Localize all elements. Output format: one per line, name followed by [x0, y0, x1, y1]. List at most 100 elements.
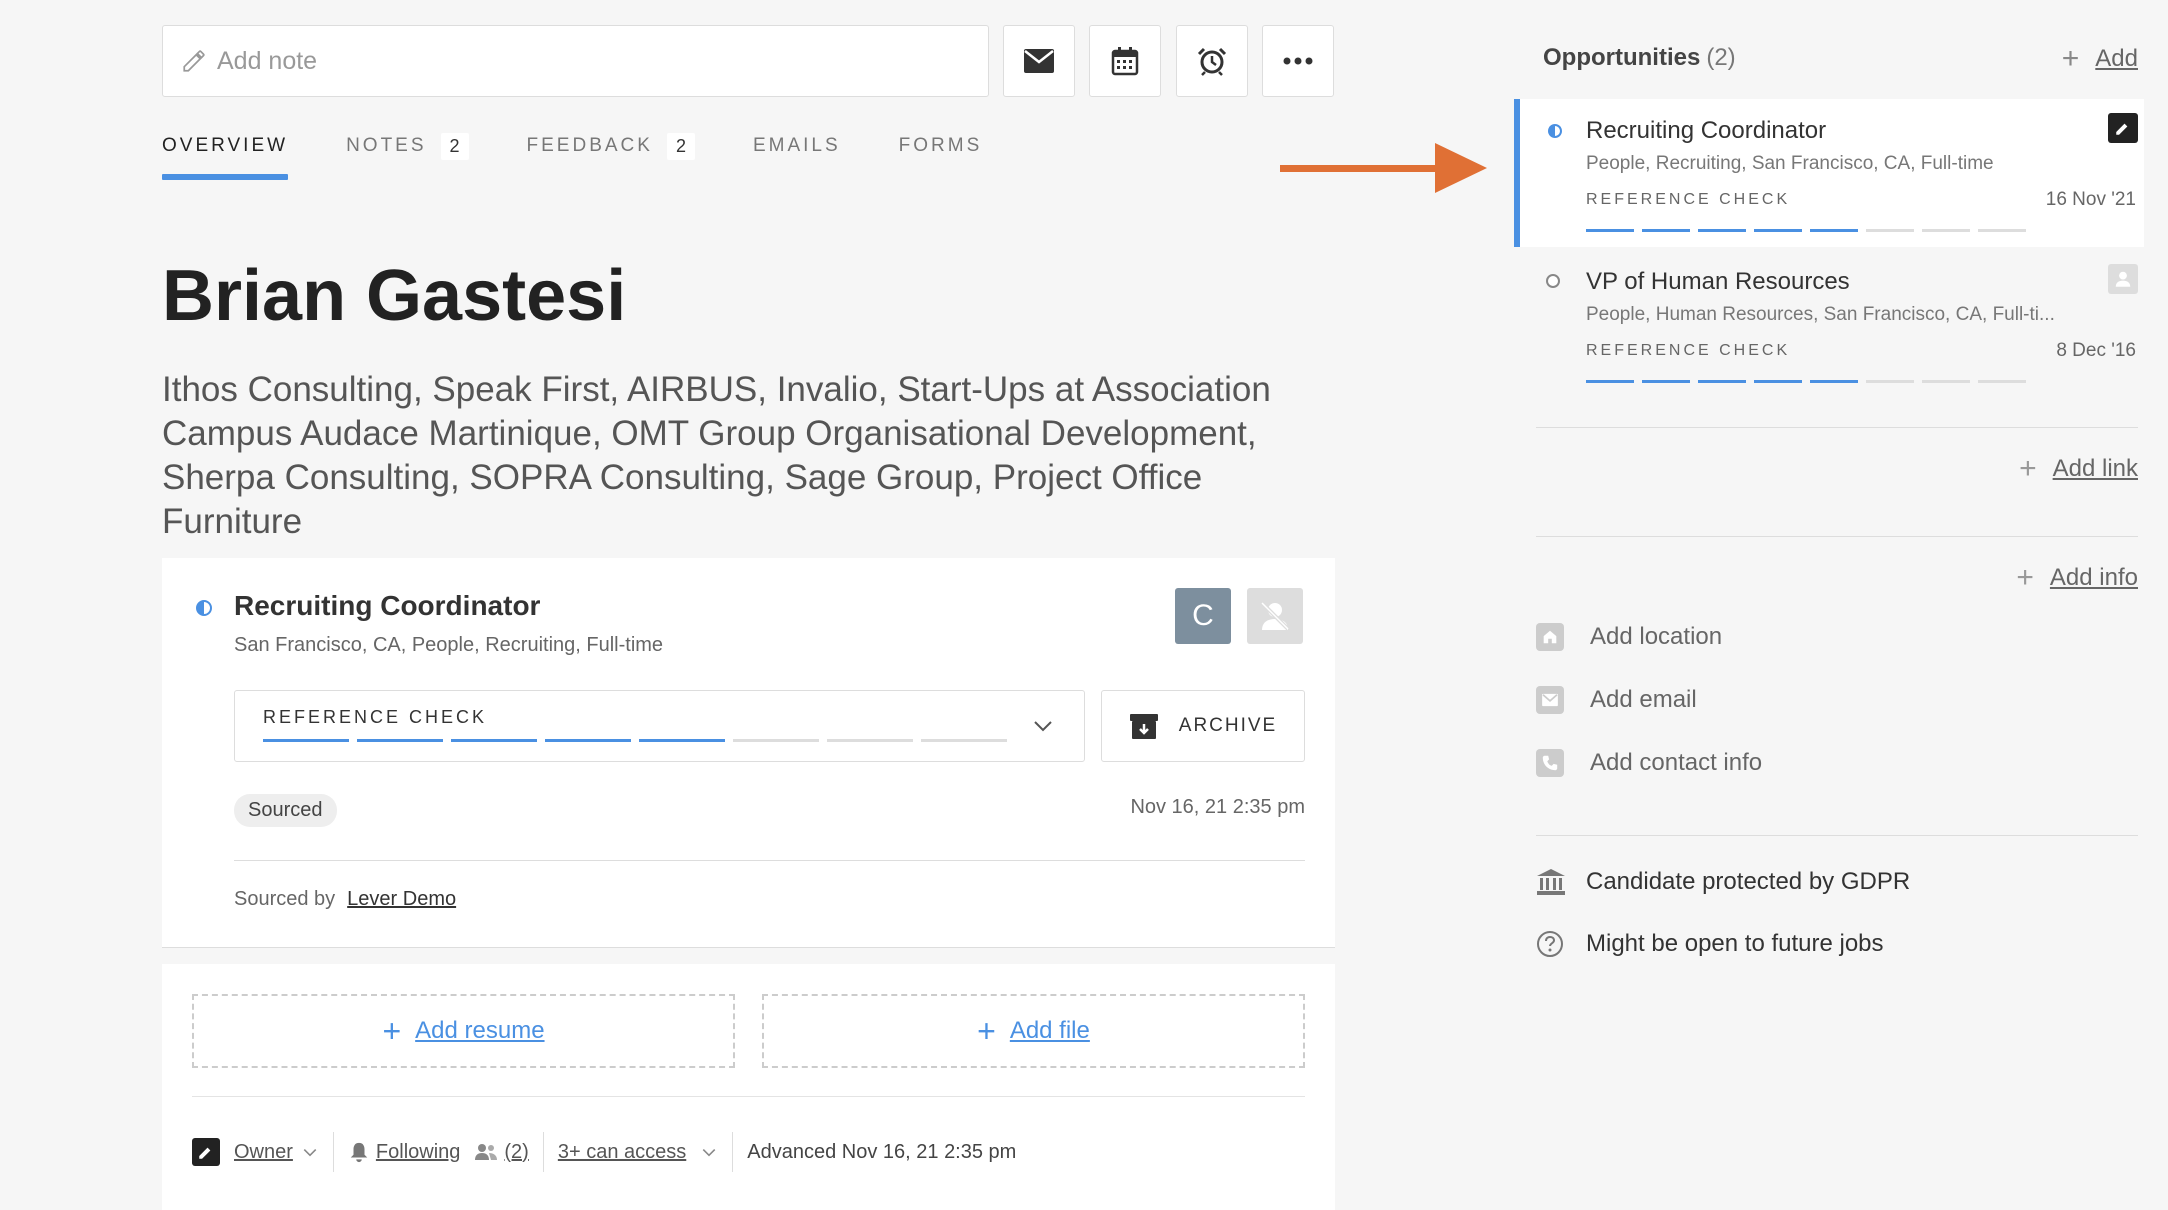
owner-dropdown[interactable]: Owner [234, 1141, 293, 1164]
opportunity-date: Nov 16, 21 2:35 pm [1130, 796, 1305, 818]
plus-icon: + [2016, 561, 2034, 594]
calendar-icon [1111, 47, 1139, 76]
add-link[interactable]: + Add link [2019, 452, 2138, 486]
profile-tabs: OVERVIEW NOTES 2 FEEDBACK 2 EMAILS FORMS [162, 130, 1040, 180]
stage-progress [263, 739, 1015, 742]
opportunity-item-stage: REFERENCE CHECK [1586, 191, 1791, 208]
add-info[interactable]: + Add info [2016, 561, 2138, 595]
status-half-dot-icon [196, 600, 212, 616]
files-section: + Add resume + Add file Owner Following … [162, 964, 1335, 1210]
status-ring-icon [1546, 274, 1560, 288]
opportunity-title[interactable]: Recruiting Coordinator [234, 590, 540, 622]
more-button[interactable] [1262, 25, 1334, 97]
tab-overview-label: OVERVIEW [162, 135, 289, 156]
add-resume-link[interactable]: Add resume [415, 1017, 544, 1045]
opportunities-title: Opportunities [1543, 44, 1701, 71]
users-icon [475, 1144, 498, 1160]
stage-dropdown[interactable]: REFERENCE CHECK [234, 690, 1085, 762]
add-email-row[interactable]: Add email [1536, 686, 1697, 714]
archive-box-icon [1129, 714, 1158, 739]
unassigned-avatar[interactable] [1247, 588, 1303, 644]
envelope-icon [1024, 49, 1054, 73]
opportunity-subtitle: San Francisco, CA, People, Recruiting, F… [234, 634, 664, 656]
notes-count-badge: 2 [440, 132, 469, 160]
opportunity-list-item[interactable]: VP of Human Resources People, Human Reso… [1514, 250, 2144, 398]
add-note-input[interactable]: Add note [162, 25, 989, 97]
owner-edit-icon[interactable] [2108, 113, 2138, 143]
archive-button[interactable]: ARCHIVE [1101, 690, 1305, 762]
opportunity-list-item[interactable]: Recruiting Coordinator People, Recruitin… [1514, 99, 2144, 247]
add-opportunity-link[interactable]: Add [2095, 45, 2138, 73]
opportunities-heading: Opportunities (2) [1543, 44, 1736, 72]
opportunity-item-title: VP of Human Resources [1586, 268, 1850, 295]
chevron-down-icon [1034, 721, 1052, 732]
arrow-annotation-icon [1280, 143, 1487, 193]
avatar[interactable]: C [1175, 588, 1231, 644]
plus-icon: + [2019, 452, 2037, 485]
unassigned-user-icon[interactable] [2108, 264, 2138, 294]
plus-icon: + [2061, 42, 2080, 75]
archive-label: ARCHIVE [1178, 715, 1278, 736]
opportunity-card: Recruiting Coordinator San Francisco, CA… [162, 558, 1335, 948]
add-info-label[interactable]: Add info [2050, 564, 2138, 592]
stage-label: REFERENCE CHECK [263, 707, 488, 727]
sourced-by-link[interactable]: Lever Demo [347, 888, 456, 910]
opportunity-item-subtitle: People, Recruiting, San Francisco, CA, F… [1586, 153, 1994, 174]
opportunity-item-date: 8 Dec '16 [2056, 340, 2136, 361]
add-resume-button[interactable]: + Add resume [192, 994, 735, 1068]
alarm-clock-icon [1197, 47, 1227, 76]
feedback-count-badge: 2 [666, 132, 695, 160]
plus-icon: + [382, 1012, 402, 1049]
pencil-icon [183, 50, 205, 72]
add-opportunity[interactable]: + Add [2062, 42, 2138, 76]
tab-forms[interactable]: FORMS [899, 130, 983, 162]
add-contact-label: Add contact info [1590, 749, 1763, 776]
add-email-label: Add email [1590, 686, 1697, 713]
opportunity-item-stage: REFERENCE CHECK [1586, 342, 1791, 359]
home-icon [1536, 623, 1564, 651]
opportunity-item-subtitle: People, Human Resources, San Francisco, … [1586, 304, 2055, 325]
tab-forms-label: FORMS [898, 135, 983, 156]
future-jobs-label: Might be open to future jobs [1586, 930, 1884, 957]
bell-icon [350, 1142, 368, 1163]
add-file-link[interactable]: Add file [1010, 1017, 1090, 1045]
followers-count[interactable]: (2) [504, 1141, 528, 1164]
status-half-dot-icon [1548, 124, 1562, 138]
reminder-button[interactable] [1176, 25, 1248, 97]
sourced-by: Sourced by Lever Demo [234, 888, 456, 911]
email-button[interactable] [1003, 25, 1075, 97]
gdpr-row: Candidate protected by GDPR [1536, 868, 1910, 896]
add-note-placeholder: Add note [217, 46, 318, 75]
opportunity-footer: Owner Following (2) 3+ can access Advanc… [192, 1132, 1016, 1172]
chevron-down-icon [303, 1148, 317, 1157]
opportunity-item-date: 16 Nov '21 [2045, 189, 2136, 210]
bank-icon [1537, 869, 1565, 895]
following-toggle[interactable]: Following [376, 1141, 460, 1164]
owner-pencil-icon [192, 1138, 220, 1166]
plus-icon: + [977, 1012, 996, 1049]
add-contact-row[interactable]: Add contact info [1536, 749, 1762, 777]
candidate-name: Brian Gastesi [162, 256, 627, 336]
divider [1536, 835, 2138, 836]
schedule-button[interactable] [1089, 25, 1161, 97]
tab-feedback-label: FEEDBACK [526, 135, 653, 156]
divider [234, 860, 1305, 861]
tab-overview[interactable]: OVERVIEW [162, 130, 289, 180]
opportunity-item-title: Recruiting Coordinator [1586, 117, 1827, 144]
candidate-companies: Ithos Consulting, Speak First, AIRBUS, I… [162, 370, 1271, 541]
divider [192, 1096, 1305, 1097]
add-link-label[interactable]: Add link [2053, 455, 2138, 483]
tab-emails-label: EMAILS [752, 135, 841, 156]
access-dropdown[interactable]: 3+ can access [558, 1141, 686, 1164]
tab-notes-label: NOTES [346, 135, 427, 156]
future-jobs-row[interactable]: Might be open to future jobs [1536, 930, 1884, 958]
tab-emails[interactable]: EMAILS [753, 130, 841, 162]
opportunity-item-progress [1586, 380, 2034, 383]
tab-feedback[interactable]: FEEDBACK 2 [527, 130, 695, 162]
add-file-button[interactable]: + Add file [762, 994, 1305, 1068]
add-location-row[interactable]: Add location [1536, 623, 1722, 651]
source-tag[interactable]: Sourced [234, 794, 337, 827]
chevron-down-icon [702, 1148, 716, 1157]
tab-notes[interactable]: NOTES 2 [346, 130, 469, 162]
gdpr-label: Candidate protected by GDPR [1586, 868, 1911, 895]
